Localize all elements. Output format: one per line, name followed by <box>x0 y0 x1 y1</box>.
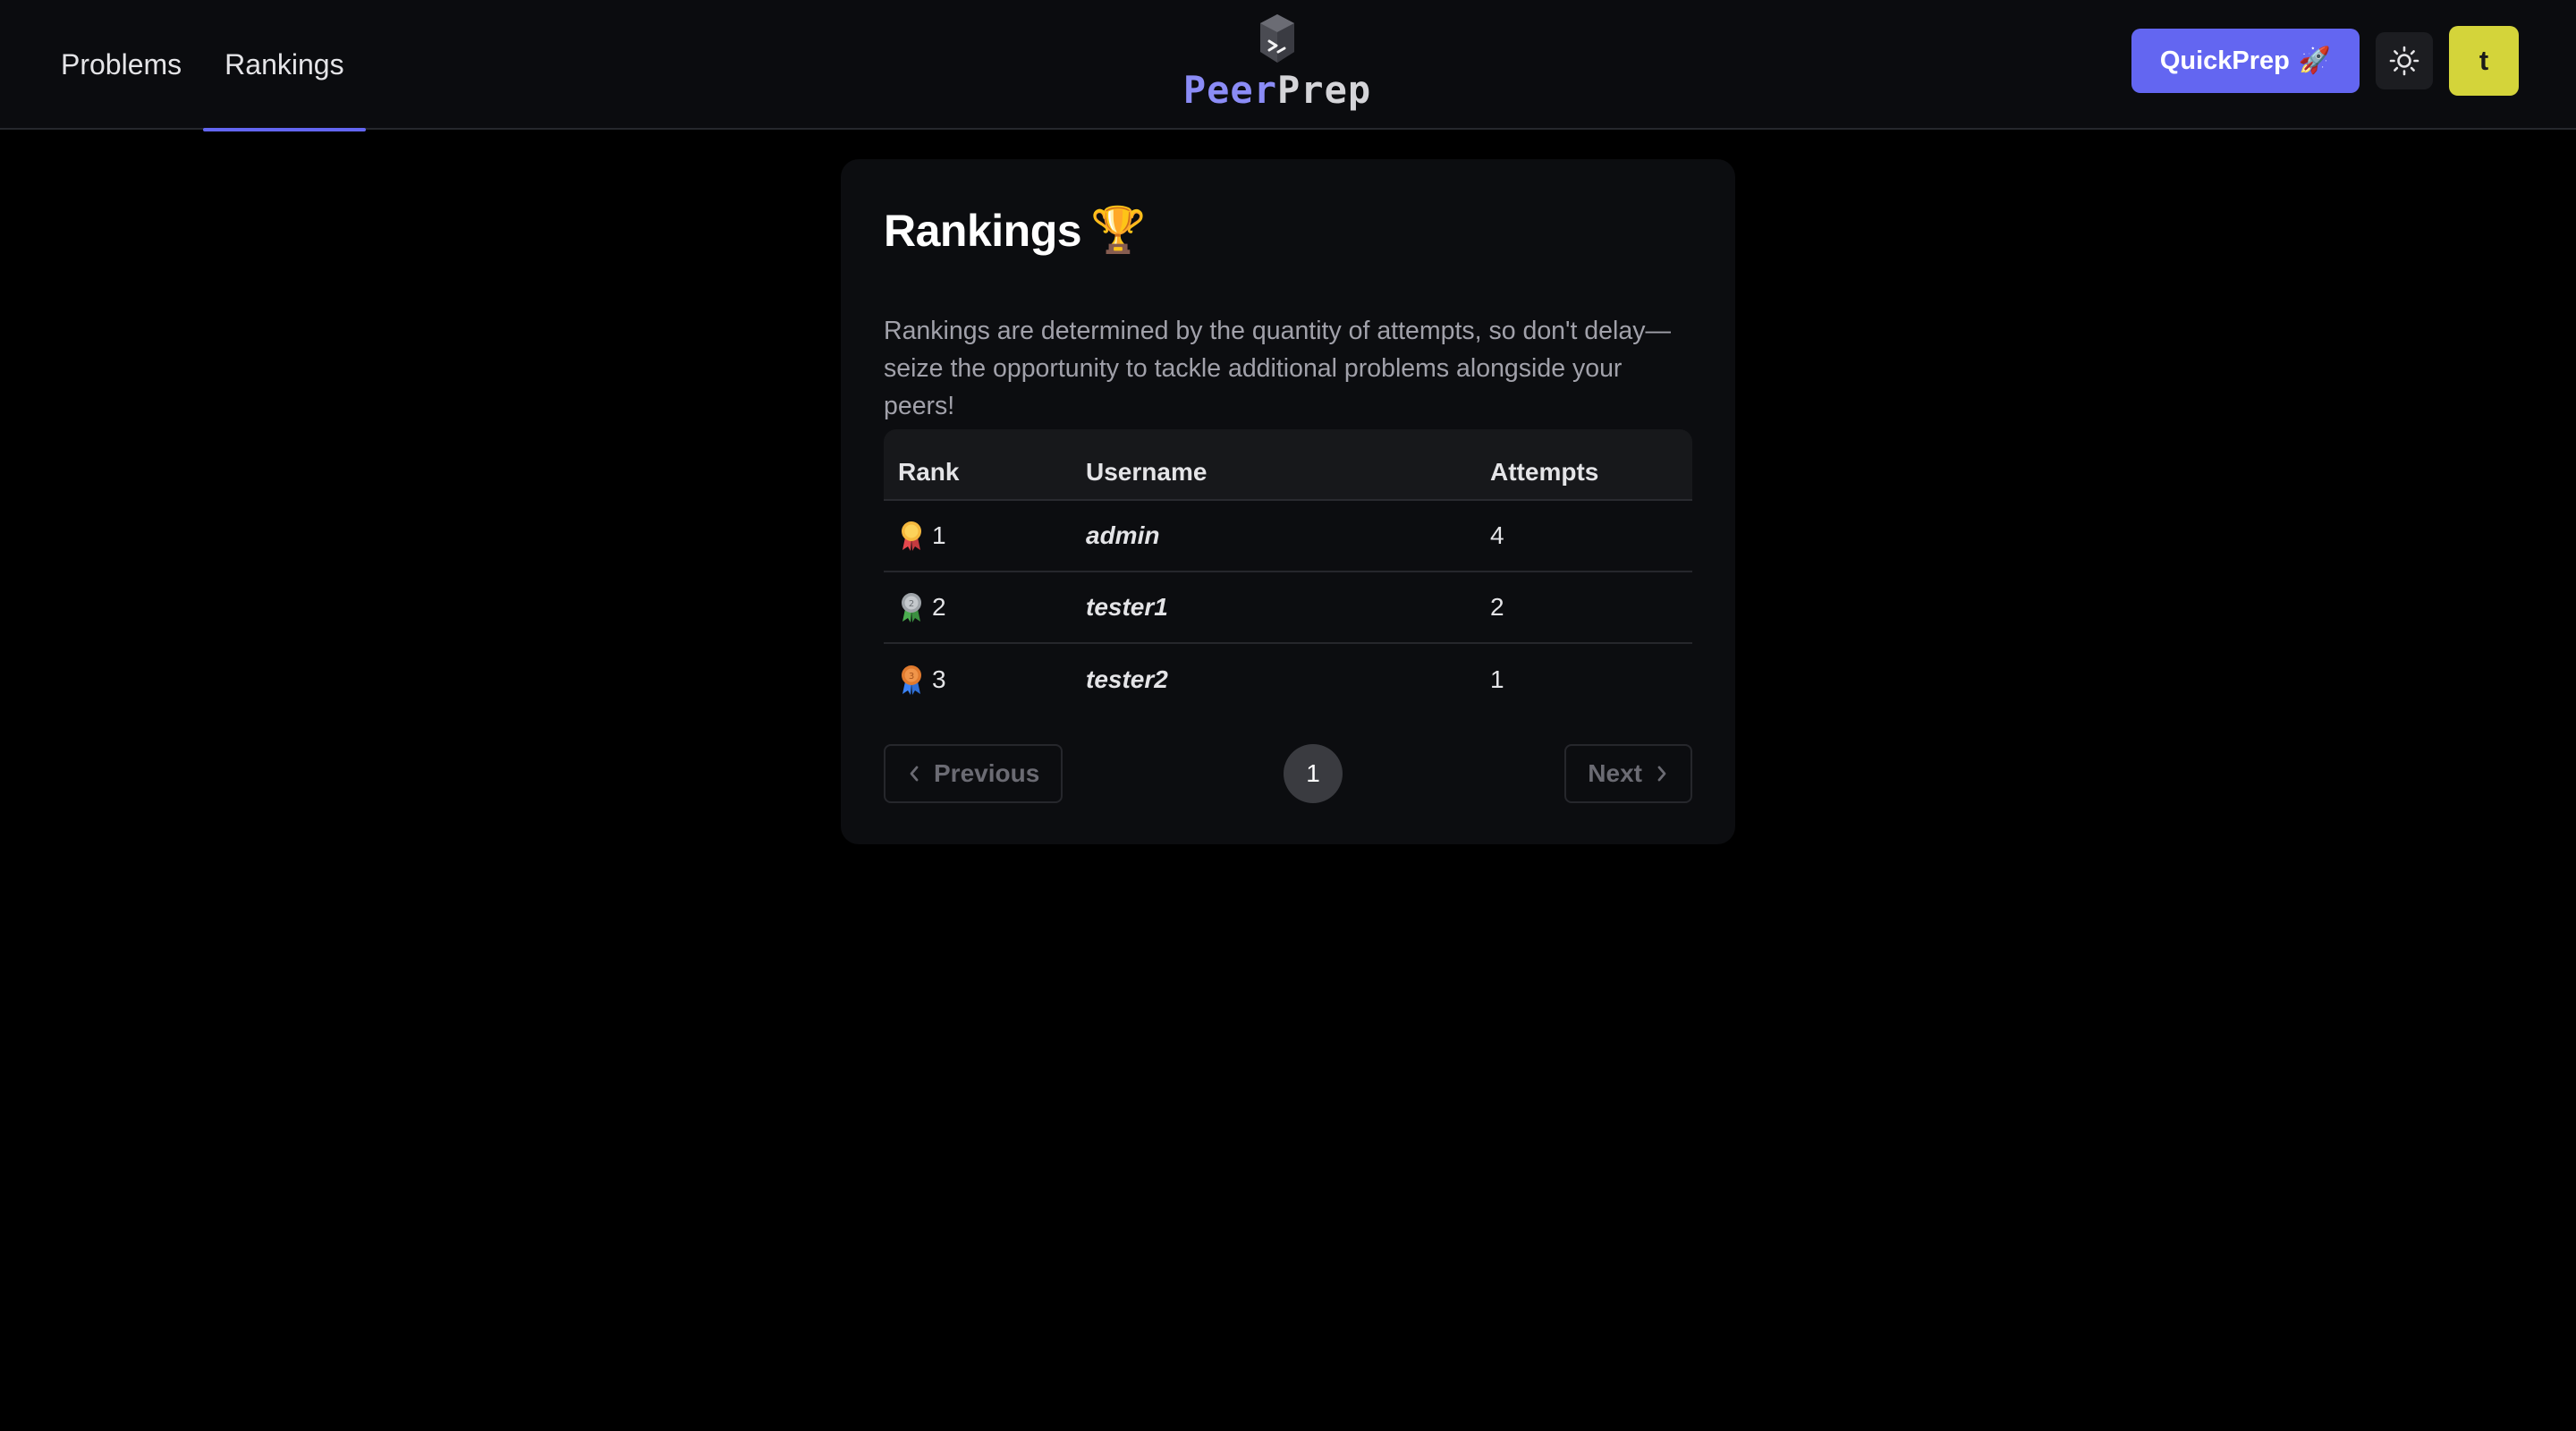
table-header: Rank Username Attempts <box>884 429 1692 501</box>
rank-value: 1 <box>932 521 946 549</box>
page-title: Rankings 🏆 <box>884 204 1146 257</box>
main-nav: Problems Rankings <box>39 0 366 131</box>
brand-logo[interactable]: PeerPrep <box>1183 13 1370 116</box>
brand-name: PeerPrep <box>1183 68 1371 112</box>
chevron-right-icon <box>1657 766 1666 782</box>
rankings-card: Rankings 🏆 Rankings are determined by th… <box>841 159 1735 844</box>
rank-value: 2 <box>932 593 946 621</box>
attempts-cell: 2 <box>1490 593 1504 621</box>
svg-text:3: 3 <box>909 672 914 682</box>
rank-value: 3 <box>932 665 946 693</box>
terminal-cube-icon <box>1260 14 1294 63</box>
username-cell: tester2 <box>1086 665 1168 693</box>
column-header-rank: Rank <box>898 458 960 486</box>
rank-cell: 3 3 <box>884 664 1086 696</box>
silver-medal-icon: 2 <box>902 593 921 622</box>
user-avatar[interactable]: t <box>2449 26 2519 96</box>
bronze-medal-icon: 3 <box>902 665 921 695</box>
rocket-icon: 🚀 <box>2298 47 2331 75</box>
trophy-icon: 🏆 <box>1090 205 1146 255</box>
quickprep-label: QuickPrep <box>2159 46 2290 75</box>
table-row: 1 admin 4 <box>884 501 1692 572</box>
rankings-table: Rank Username Attempts 1 admin 4 2 2 tes… <box>884 429 1692 716</box>
chevron-left-icon <box>910 766 919 782</box>
table-row: 2 2 tester1 2 <box>884 572 1692 644</box>
brand-name-prep: Prep <box>1277 68 1372 112</box>
svg-text:2: 2 <box>909 599 914 609</box>
next-page-button[interactable]: Next <box>1564 744 1692 803</box>
page-number-button[interactable]: 1 <box>1284 744 1343 803</box>
pagination: Previous 1 Next <box>884 744 1692 803</box>
top-navigation-bar: Problems Rankings PeerPrep QuickPrep 🚀 t <box>0 0 2576 131</box>
nav-link-rankings[interactable]: Rankings <box>203 0 366 131</box>
username-cell: admin <box>1086 521 1160 549</box>
previous-label: Previous <box>934 759 1040 787</box>
theme-toggle-button[interactable] <box>2376 32 2433 89</box>
quickprep-button[interactable]: QuickPrep 🚀 <box>2131 29 2360 93</box>
table-row: 3 3 tester2 1 <box>884 644 1692 716</box>
attempts-cell: 1 <box>1490 665 1504 693</box>
sun-icon <box>2389 46 2419 76</box>
column-header-username: Username <box>1086 458 1208 486</box>
header-actions: QuickPrep 🚀 t <box>2131 26 2519 96</box>
previous-page-button[interactable]: Previous <box>884 744 1063 803</box>
username-cell: tester1 <box>1086 593 1168 621</box>
page-title-text: Rankings <box>884 205 1082 256</box>
brand-name-peer: Peer <box>1182 68 1277 112</box>
rankings-description: Rankings are determined by the quantity … <box>884 316 1671 420</box>
rank-cell: 2 2 <box>884 591 1086 623</box>
nav-link-problems[interactable]: Problems <box>39 0 203 130</box>
next-label: Next <box>1588 759 1642 787</box>
column-header-attempts: Attempts <box>1490 458 1599 486</box>
rank-cell: 1 <box>884 520 1086 552</box>
attempts-cell: 4 <box>1490 521 1504 549</box>
gold-medal-icon <box>902 521 921 551</box>
